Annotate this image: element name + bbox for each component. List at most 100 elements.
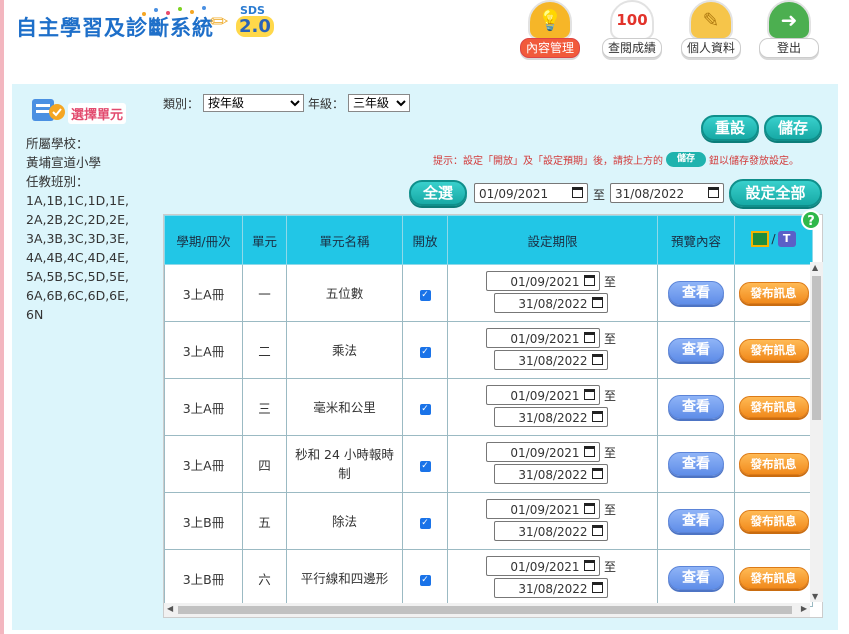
view-button[interactable]: 查看	[668, 395, 724, 419]
unit-name-cell: 秒和 24 小時報時制	[286, 435, 403, 493]
start-date-input[interactable]: 01/09/2021	[486, 442, 600, 462]
save-button[interactable]: 儲存	[764, 115, 822, 141]
period-cell: 01/09/2021 至 31/08/2022	[447, 321, 658, 379]
preview-cell: 查看	[657, 378, 735, 436]
select-unit-title: 選擇單元	[68, 103, 127, 124]
view-button[interactable]: 查看	[668, 566, 724, 590]
open-checkbox[interactable]: ✓	[419, 404, 431, 415]
scroll-thumb[interactable]	[178, 606, 792, 614]
book-cell: 3上A冊	[164, 264, 243, 322]
nav-content-management[interactable]: 💡 內容管理	[515, 0, 585, 60]
nav-logout[interactable]: ➜ 登出	[754, 0, 824, 60]
publish-message-button[interactable]: 發布訊息	[738, 339, 809, 361]
publish-cell: 發布訊息	[734, 264, 813, 322]
unit-name: 乘法	[331, 342, 357, 358]
view-button[interactable]: 查看	[668, 281, 724, 305]
end-date-input[interactable]: 31/08/2022	[494, 521, 608, 541]
publish-cell: 發布訊息	[734, 549, 813, 607]
publish-cell: 發布訊息	[734, 378, 813, 436]
horizontal-scrollbar[interactable]: ◀ ▶	[164, 603, 810, 617]
unit-cell: 五	[242, 492, 287, 550]
range-to-label: 至	[593, 188, 606, 202]
category-select[interactable]: 按年級	[203, 94, 305, 112]
table-row: 3上A冊一 五位數 ✓ 01/09/2021 至 31/08/2022 查看 發布訊息	[164, 264, 813, 322]
start-date-input[interactable]: 01/09/2021	[486, 556, 600, 576]
to-label: 至	[604, 332, 617, 346]
end-date-input[interactable]: 31/08/2022	[494, 578, 608, 598]
end-date-input[interactable]: 31/08/2022	[494, 293, 608, 313]
reset-button[interactable]: 重設	[701, 115, 759, 141]
grade-label: 年級：	[308, 96, 345, 111]
preview-cell: 查看	[657, 435, 735, 493]
start-date-input[interactable]: 01/09/2021	[486, 385, 600, 405]
scroll-up-arrow-icon[interactable]: ▲	[812, 263, 818, 272]
end-date-input[interactable]: 31/08/2022	[494, 407, 608, 427]
scroll-down-arrow-icon[interactable]: ▼	[812, 592, 818, 601]
share-separator: /	[771, 231, 776, 246]
grade-select[interactable]: 三年級	[348, 94, 411, 112]
open-checkbox[interactable]: ✓	[419, 347, 431, 358]
table-row: 3上B冊六平行線和四邊形 ✓ 01/09/2021 至 31/08/2022 查看 發布訊息	[164, 549, 813, 607]
view-button[interactable]: 查看	[668, 452, 724, 476]
book-cell: 3上A冊	[164, 435, 243, 493]
unit-cell: 一	[242, 264, 287, 322]
calendar-icon	[592, 525, 603, 536]
unit-name: 秒和 24 小時報時制	[295, 447, 394, 481]
view-button[interactable]: 查看	[668, 509, 724, 533]
calendar-icon	[592, 411, 603, 422]
unit-cell: 三	[242, 378, 287, 436]
calendar-icon	[592, 354, 603, 365]
start-date-value: 01/09/2021	[510, 389, 580, 403]
open-checkbox[interactable]: ✓	[419, 518, 431, 529]
period-cell: 01/09/2021 至 31/08/2022	[447, 435, 658, 493]
google-classroom-icon	[751, 230, 770, 247]
preview-cell: 查看	[657, 549, 735, 607]
calendar-icon	[592, 582, 603, 593]
set-all-button[interactable]: 設定全部	[729, 179, 822, 207]
exit-door-icon: ➜	[767, 0, 811, 40]
open-checkbox[interactable]: ✓	[419, 461, 431, 472]
unit-name-cell: 除法	[286, 492, 403, 550]
nav-personal-info[interactable]: ✎ 個人資料	[676, 0, 746, 60]
header-unit-name: 單元名稱	[286, 215, 403, 265]
publish-cell: 發布訊息	[734, 435, 813, 493]
start-date-input[interactable]: 01/09/2021	[486, 271, 600, 291]
period-cell: 01/09/2021 至 31/08/2022	[447, 492, 658, 550]
end-date-input[interactable]: 31/08/2022	[494, 464, 608, 484]
end-date-value: 31/08/2022	[518, 525, 588, 539]
logo-version: 2.0	[236, 16, 274, 37]
publish-message-button[interactable]: 發布訊息	[738, 453, 809, 475]
scroll-thumb[interactable]	[812, 276, 821, 420]
header-book: 學期/冊次	[164, 215, 243, 265]
publish-message-button[interactable]: 發布訊息	[738, 282, 809, 304]
end-date-input[interactable]: 31/08/2022	[494, 350, 608, 370]
open-checkbox[interactable]: ✓	[419, 290, 431, 301]
notepad-icon: ✎	[689, 0, 733, 40]
school-label: 所屬學校：	[26, 136, 89, 151]
end-date-value: 31/08/2022	[518, 297, 588, 311]
book-cell: 3上B冊	[164, 549, 243, 607]
to-label: 至	[604, 275, 617, 289]
view-button[interactable]: 查看	[668, 338, 724, 362]
table-row: 3上A冊三 毫米和公里 ✓ 01/09/2021 至 31/08/2022 查看 發布訊息	[164, 378, 813, 436]
vertical-scrollbar[interactable]: ▲ ▼	[810, 262, 823, 602]
publish-message-button[interactable]: 發布訊息	[738, 567, 809, 589]
scroll-right-arrow-icon[interactable]: ▶	[801, 604, 807, 613]
table-header-row: 學期/冊次 單元 單元名稱 開放 設定期限 預覽內容 / T	[164, 215, 813, 265]
start-date-input[interactable]: 01/09/2021	[486, 499, 600, 519]
to-label: 至	[604, 446, 617, 460]
publish-message-button[interactable]: 發布訊息	[738, 510, 809, 532]
start-date-input[interactable]: 01/09/2021	[486, 328, 600, 348]
open-checkbox[interactable]: ✓	[419, 575, 431, 586]
select-all-button[interactable]: 全選	[409, 180, 467, 206]
app-logo[interactable]: 自主學習及診斷系統 ✏ SDS 2.0	[14, 4, 274, 46]
range-start-date[interactable]: 01/09/2021	[474, 183, 588, 203]
help-icon[interactable]: ?	[801, 210, 821, 230]
preview-cell: 查看	[657, 264, 735, 322]
range-end-date[interactable]: 31/08/2022	[610, 183, 724, 203]
hint-save-badge: 儲存	[666, 152, 706, 167]
publish-message-button[interactable]: 發布訊息	[738, 396, 809, 418]
publish-cell: 發布訊息	[734, 321, 813, 379]
nav-view-scores[interactable]: 100 查閱成績	[597, 0, 667, 60]
scroll-left-arrow-icon[interactable]: ◀	[167, 604, 173, 613]
